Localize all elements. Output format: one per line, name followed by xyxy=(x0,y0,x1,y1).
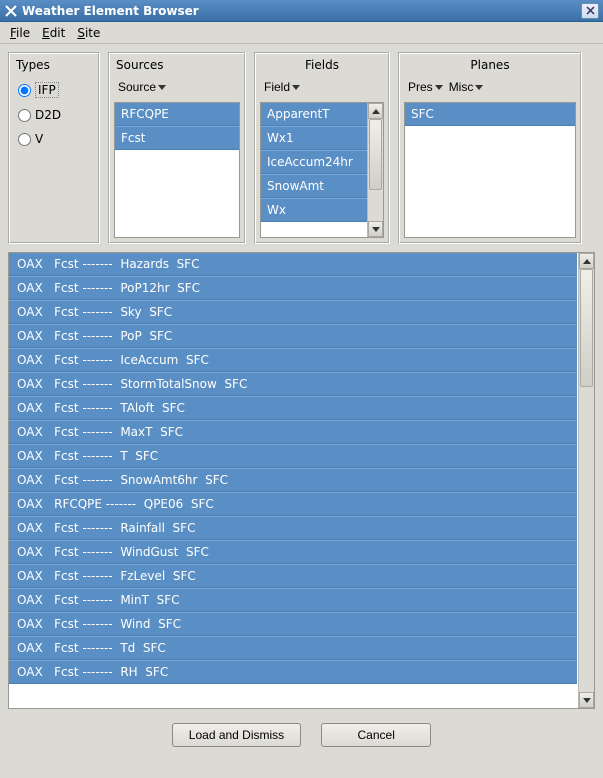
fields-scrollbar[interactable] xyxy=(367,103,383,237)
scroll-thumb[interactable] xyxy=(580,269,593,387)
scroll-up-button[interactable] xyxy=(579,253,594,269)
button-row: Load and Dismiss Cancel xyxy=(0,709,603,761)
menubar: File Edit Site xyxy=(0,22,603,44)
type-radio-d2d-label: D2D xyxy=(35,108,61,122)
arrow-down-icon xyxy=(583,698,591,703)
chevron-down-icon xyxy=(475,85,483,90)
pres-dropdown[interactable]: Pres xyxy=(406,78,445,96)
result-row[interactable]: OAX Fcst ------- RH SFC xyxy=(9,660,577,684)
chevron-down-icon xyxy=(435,85,443,90)
sources-listbox[interactable]: RFCQPEFcst xyxy=(114,102,240,238)
result-row[interactable]: OAX Fcst ------- SnowAmt6hr SFC xyxy=(9,468,577,492)
scroll-down-button[interactable] xyxy=(579,692,594,708)
plane-item[interactable]: SFC xyxy=(405,103,575,126)
results-panel: OAX Fcst ------- Hazards SFCOAX Fcst ---… xyxy=(8,252,595,709)
result-row[interactable]: OAX Fcst ------- T SFC xyxy=(9,444,577,468)
source-item[interactable]: RFCQPE xyxy=(115,103,239,126)
arrow-up-icon xyxy=(583,259,591,264)
close-icon xyxy=(586,6,595,15)
menu-edit[interactable]: Edit xyxy=(36,24,71,42)
result-row[interactable]: OAX Fcst ------- FzLevel SFC xyxy=(9,564,577,588)
menu-site[interactable]: Site xyxy=(71,24,106,42)
result-row[interactable]: OAX Fcst ------- WindGust SFC xyxy=(9,540,577,564)
menu-file[interactable]: File xyxy=(4,24,36,42)
type-radio-v-input[interactable] xyxy=(18,133,31,146)
field-item[interactable]: Wx xyxy=(261,198,367,222)
misc-dropdown[interactable]: Misc xyxy=(447,78,486,96)
results-scrollbar[interactable] xyxy=(578,253,594,708)
type-radio-v[interactable]: V xyxy=(18,132,90,146)
cancel-button[interactable]: Cancel xyxy=(321,723,431,747)
app-icon xyxy=(4,4,18,18)
result-row[interactable]: OAX Fcst ------- Rainfall SFC xyxy=(9,516,577,540)
scroll-track[interactable] xyxy=(579,269,594,692)
types-panel: Types IFP D2D V xyxy=(8,52,100,244)
types-label: Types xyxy=(12,56,96,76)
type-radio-ifp[interactable]: IFP xyxy=(18,82,90,98)
field-dropdown-label: Field xyxy=(264,80,290,94)
pres-dropdown-label: Pres xyxy=(408,80,433,94)
result-row[interactable]: OAX Fcst ------- MaxT SFC xyxy=(9,420,577,444)
result-row[interactable]: OAX Fcst ------- TAloft SFC xyxy=(9,396,577,420)
scroll-track[interactable] xyxy=(368,119,383,221)
titlebar: Weather Element Browser xyxy=(0,0,603,22)
type-radio-ifp-label: IFP xyxy=(35,82,59,98)
load-dismiss-button[interactable]: Load and Dismiss xyxy=(172,723,301,747)
arrow-up-icon xyxy=(372,109,380,114)
sources-label: Sources xyxy=(112,56,242,76)
result-row[interactable]: OAX Fcst ------- Hazards SFC xyxy=(9,253,577,276)
close-button[interactable] xyxy=(581,3,599,19)
arrow-down-icon xyxy=(372,227,380,232)
result-row[interactable]: OAX Fcst ------- Td SFC xyxy=(9,636,577,660)
scroll-down-button[interactable] xyxy=(368,221,383,237)
type-radio-d2d-input[interactable] xyxy=(18,109,31,122)
window-title: Weather Element Browser xyxy=(22,4,199,18)
fields-listbox[interactable]: ApparentTWx1IceAccum24hrSnowAmtWx xyxy=(260,102,384,238)
misc-dropdown-label: Misc xyxy=(449,80,474,94)
field-item[interactable]: SnowAmt xyxy=(261,174,367,198)
result-row[interactable]: OAX Fcst ------- StormTotalSnow SFC xyxy=(9,372,577,396)
source-dropdown[interactable]: Source xyxy=(116,78,168,96)
chevron-down-icon xyxy=(158,85,166,90)
fields-panel: Fields Field ApparentTWx1IceAccum24hrSno… xyxy=(254,52,390,244)
scroll-thumb[interactable] xyxy=(369,119,382,190)
sources-panel: Sources Source RFCQPEFcst xyxy=(108,52,246,244)
result-row[interactable]: OAX Fcst ------- PoP SFC xyxy=(9,324,577,348)
field-item[interactable]: IceAccum24hr xyxy=(261,150,367,174)
results-listbox[interactable]: OAX Fcst ------- Hazards SFCOAX Fcst ---… xyxy=(9,253,577,708)
scroll-up-button[interactable] xyxy=(368,103,383,119)
planes-label: Planes xyxy=(402,56,578,76)
fields-label: Fields xyxy=(258,56,386,76)
panels-row: Types IFP D2D V Sources Source RFCQPEFcs… xyxy=(0,44,603,252)
planes-panel: Planes Pres Misc SFC xyxy=(398,52,582,244)
type-radio-v-label: V xyxy=(35,132,43,146)
planes-listbox[interactable]: SFC xyxy=(404,102,576,238)
result-row[interactable]: OAX Fcst ------- Wind SFC xyxy=(9,612,577,636)
source-item[interactable]: Fcst xyxy=(115,126,239,150)
result-row[interactable]: OAX Fcst ------- MinT SFC xyxy=(9,588,577,612)
field-item[interactable]: ApparentT xyxy=(261,103,367,126)
source-dropdown-label: Source xyxy=(118,80,156,94)
result-row[interactable]: OAX Fcst ------- PoP12hr SFC xyxy=(9,276,577,300)
result-row[interactable]: OAX Fcst ------- Sky SFC xyxy=(9,300,577,324)
chevron-down-icon xyxy=(292,85,300,90)
type-radio-d2d[interactable]: D2D xyxy=(18,108,90,122)
result-row[interactable]: OAX RFCQPE ------- QPE06 SFC xyxy=(9,492,577,516)
field-dropdown[interactable]: Field xyxy=(262,78,302,96)
result-row[interactable]: OAX Fcst ------- IceAccum SFC xyxy=(9,348,577,372)
field-item[interactable]: Wx1 xyxy=(261,126,367,150)
type-radio-ifp-input[interactable] xyxy=(18,84,31,97)
